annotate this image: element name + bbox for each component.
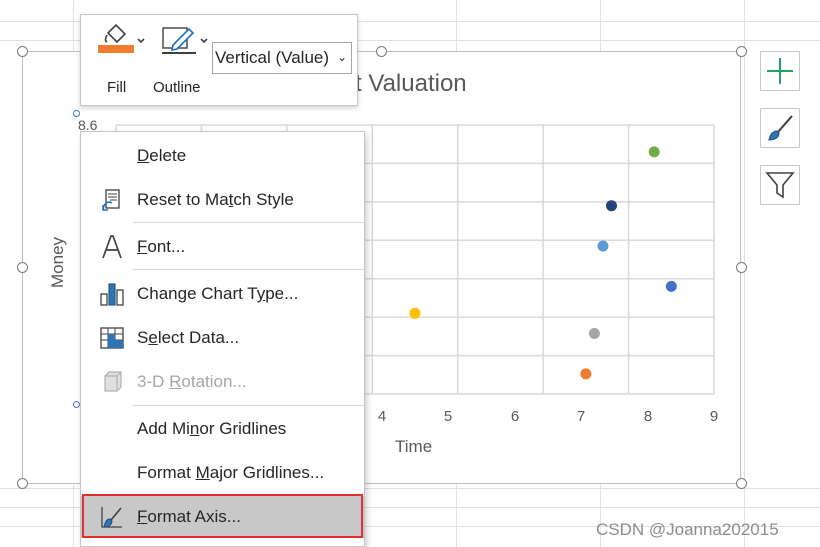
menu-item-select-data[interactable]: Select Data... [81, 317, 364, 359]
x-tick-label: 6 [510, 408, 520, 425]
axis-selection-handle [73, 110, 80, 117]
fill-button[interactable]: Fill [95, 23, 147, 101]
menu-item-change-chart-type[interactable]: Change Chart Type... [81, 273, 364, 315]
cube-icon [104, 371, 122, 392]
chart-element-dropdown[interactable]: Vertical (Value) ⌄ [212, 42, 352, 74]
menu-item-reset-style[interactable]: Reset to Match Style [81, 179, 364, 221]
scatter-point[interactable] [648, 146, 660, 158]
menu-item-add-minor-gridlines[interactable]: Add Minor Gridlines [81, 408, 364, 450]
plus-icon [767, 58, 793, 84]
outline-label: Outline [153, 79, 201, 96]
x-tick-label: 8 [643, 408, 653, 425]
menu-separator [133, 269, 364, 270]
funnel-icon [765, 172, 795, 199]
highlight-box [82, 494, 363, 538]
menu-item-3d-rotation: 3-D Rotation... [81, 361, 364, 403]
x-tick-label: 7 [576, 408, 586, 425]
scatter-point[interactable] [580, 368, 592, 380]
scatter-point[interactable] [409, 307, 421, 319]
chart-styles-button[interactable] [760, 108, 800, 148]
x-axis-title[interactable]: Time [395, 437, 432, 457]
brush-icon [768, 115, 793, 141]
x-tick-label: 5 [443, 408, 453, 425]
menu-separator [133, 405, 364, 406]
chart-element-value: Vertical (Value) [215, 48, 330, 67]
axis-selection-handle [73, 401, 80, 408]
chart-elements-button[interactable] [760, 51, 800, 91]
y-axis-title[interactable]: Money [48, 237, 68, 288]
outline-button[interactable]: Outline [153, 23, 215, 101]
format-mini-toolbar: Fill Outline Vertical (Value) ⌄ [80, 14, 358, 106]
scatter-point[interactable] [588, 327, 600, 339]
x-tick-label: 9 [709, 408, 719, 425]
select-data-icon [100, 327, 124, 349]
font-icon [102, 235, 122, 259]
x-tick-label: 4 [377, 408, 387, 425]
scatter-point[interactable] [605, 200, 617, 212]
scatter-point[interactable] [597, 240, 609, 252]
reset-style-icon [102, 189, 120, 211]
chart-type-icon [100, 283, 124, 306]
pen-outline-icon [162, 27, 208, 54]
paint-bucket-icon [98, 23, 145, 53]
menu-item-format-major-gridlines[interactable]: Format Major Gridlines... [81, 452, 364, 494]
menu-item-font[interactable]: Font... [81, 226, 364, 268]
menu-item-delete[interactable]: Delete [81, 135, 364, 177]
scatter-point[interactable] [665, 280, 677, 292]
context-menu: Delete Reset to Match Style Font... Chan… [80, 131, 365, 547]
chart-filters-button[interactable] [760, 165, 800, 205]
menu-separator [133, 222, 364, 223]
watermark: CSDN @Joanna202015 [596, 520, 779, 539]
fill-label: Fill [107, 79, 127, 96]
chevron-down-icon: ⌄ [336, 50, 347, 64]
